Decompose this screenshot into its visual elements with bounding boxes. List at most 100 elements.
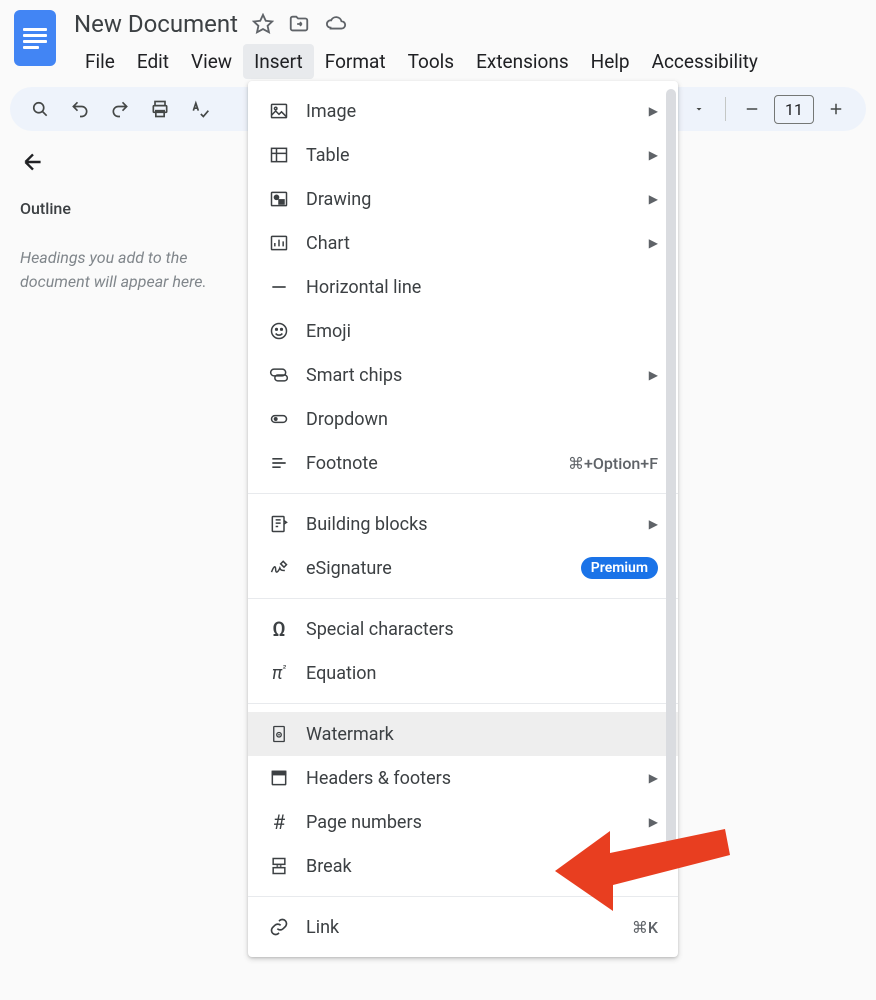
menu-divider (248, 703, 678, 704)
menu-divider (248, 493, 678, 494)
outline-sidebar: Outline Headings you add to the document… (0, 131, 260, 312)
image-icon (268, 100, 290, 122)
menu-extensions[interactable]: Extensions (465, 44, 580, 79)
menu-item-label: Break (306, 856, 633, 877)
keyboard-shortcut: ⌘K (632, 918, 658, 937)
submenu-arrow-icon: ▶ (649, 368, 658, 382)
menu-tools[interactable]: Tools (397, 44, 466, 79)
equation-icon: π² (268, 662, 290, 684)
link-icon (268, 916, 290, 938)
menu-item-label: Watermark (306, 724, 658, 745)
dropdown-icon (268, 408, 290, 430)
menu-item-footnote[interactable]: Footnote⌘+Option+F (248, 441, 678, 485)
menu-accessibility[interactable]: Accessibility (641, 44, 769, 79)
decrease-font-icon[interactable] (734, 91, 770, 127)
cloud-status-icon[interactable] (324, 13, 346, 35)
menu-item-break[interactable]: Break ▶ (248, 844, 678, 888)
emoji-icon (268, 320, 290, 342)
headers-icon (268, 767, 290, 789)
menu-item-page-numbers[interactable]: # Page numbers ▶ (248, 800, 678, 844)
toolbar-separator (725, 97, 726, 121)
menu-item-label: Headers & footers (306, 768, 633, 789)
menu-item-smart-chips[interactable]: Smart chips ▶ (248, 353, 678, 397)
back-arrow-icon[interactable] (20, 149, 240, 175)
menu-item-label: Horizontal line (306, 277, 658, 298)
menu-edit[interactable]: Edit (126, 44, 180, 79)
submenu-arrow-icon: ▶ (649, 148, 658, 162)
star-icon[interactable] (252, 13, 274, 35)
hr-icon (268, 276, 290, 298)
omega-icon: Ω (268, 618, 290, 640)
table-icon (268, 144, 290, 166)
menu-item-image[interactable]: Image ▶ (248, 89, 678, 133)
move-folder-icon[interactable] (288, 13, 310, 35)
outline-placeholder: Headings you add to the document will ap… (20, 246, 240, 294)
menu-divider (248, 598, 678, 599)
menu-item-table[interactable]: Table ▶ (248, 133, 678, 177)
menu-file[interactable]: File (74, 44, 126, 79)
break-icon (268, 855, 290, 877)
premium-badge: Premium (581, 557, 658, 579)
submenu-arrow-icon: ▶ (649, 192, 658, 206)
increase-font-icon[interactable] (818, 91, 854, 127)
menu-view[interactable]: View (180, 44, 243, 79)
menu-item-label: Special characters (306, 619, 658, 640)
menu-item-headers-footers[interactable]: Headers & footers ▶ (248, 756, 678, 800)
menu-item-equation[interactable]: π² Equation (248, 651, 678, 695)
menu-item-watermark[interactable]: Watermark (248, 712, 678, 756)
dropdown-scrollbar[interactable] (666, 89, 676, 849)
menu-format[interactable]: Format (314, 44, 397, 79)
menu-help[interactable]: Help (580, 44, 641, 79)
menu-item-label: Footnote (306, 453, 552, 474)
search-icon[interactable] (22, 91, 58, 127)
menu-insert[interactable]: Insert (243, 44, 314, 79)
submenu-arrow-icon: ▶ (649, 815, 658, 829)
menu-item-label: Smart chips (306, 365, 633, 386)
footnote-icon (268, 452, 290, 474)
font-size-input[interactable]: 11 (774, 95, 814, 124)
print-icon[interactable] (142, 91, 178, 127)
document-title[interactable]: New Document (74, 10, 238, 38)
redo-icon[interactable] (102, 91, 138, 127)
menu-item-label: Chart (306, 233, 633, 254)
docs-logo-icon[interactable] (14, 10, 56, 66)
menu-item-esignature[interactable]: eSignature Premium (248, 546, 678, 590)
menu-item-label: Emoji (306, 321, 658, 342)
menu-item-dropdown[interactable]: Dropdown (248, 397, 678, 441)
menu-item-link[interactable]: Link ⌘K (248, 905, 678, 949)
watermark-icon (268, 723, 290, 745)
esignature-icon (268, 557, 290, 579)
menu-item-label: Table (306, 145, 633, 166)
menu-item-label: Image (306, 101, 633, 122)
submenu-arrow-icon: ▶ (649, 859, 658, 873)
submenu-arrow-icon: ▶ (649, 517, 658, 531)
pagenumbers-icon: # (268, 811, 290, 833)
chart-icon (268, 232, 290, 254)
menu-item-building-blocks[interactable]: Building blocks ▶ (248, 502, 678, 546)
menu-item-label: Dropdown (306, 409, 658, 430)
menu-item-label: Building blocks (306, 514, 633, 535)
menu-item-label: Page numbers (306, 812, 633, 833)
insert-menu-dropdown: Image ▶ Table ▶ Drawing ▶ Chart ▶ Horizontal lin… (248, 81, 678, 957)
menu-item-label: Drawing (306, 189, 633, 210)
menubar: FileEditViewInsertFormatToolsExtensionsH… (74, 44, 862, 79)
undo-icon[interactable] (62, 91, 98, 127)
drawing-icon (268, 188, 290, 210)
menu-item-horizontal-line[interactable]: Horizontal line (248, 265, 678, 309)
menu-item-special-characters[interactable]: Ω Special characters (248, 607, 678, 651)
submenu-arrow-icon: ▶ (649, 236, 658, 250)
menu-item-label: Equation (306, 663, 658, 684)
menu-item-chart[interactable]: Chart ▶ (248, 221, 678, 265)
building-icon (268, 513, 290, 535)
submenu-arrow-icon: ▶ (649, 104, 658, 118)
menu-item-drawing[interactable]: Drawing ▶ (248, 177, 678, 221)
smartchips-icon (268, 364, 290, 386)
dropdown-caret-icon[interactable] (681, 91, 717, 127)
outline-heading: Outline (20, 199, 240, 218)
menu-item-emoji[interactable]: Emoji (248, 309, 678, 353)
spellcheck-icon[interactable] (182, 91, 218, 127)
menu-item-label: eSignature (306, 558, 565, 579)
header: New Document FileEditViewInsertFormatToo… (0, 0, 876, 79)
menu-item-label: Link (306, 917, 616, 938)
submenu-arrow-icon: ▶ (649, 771, 658, 785)
